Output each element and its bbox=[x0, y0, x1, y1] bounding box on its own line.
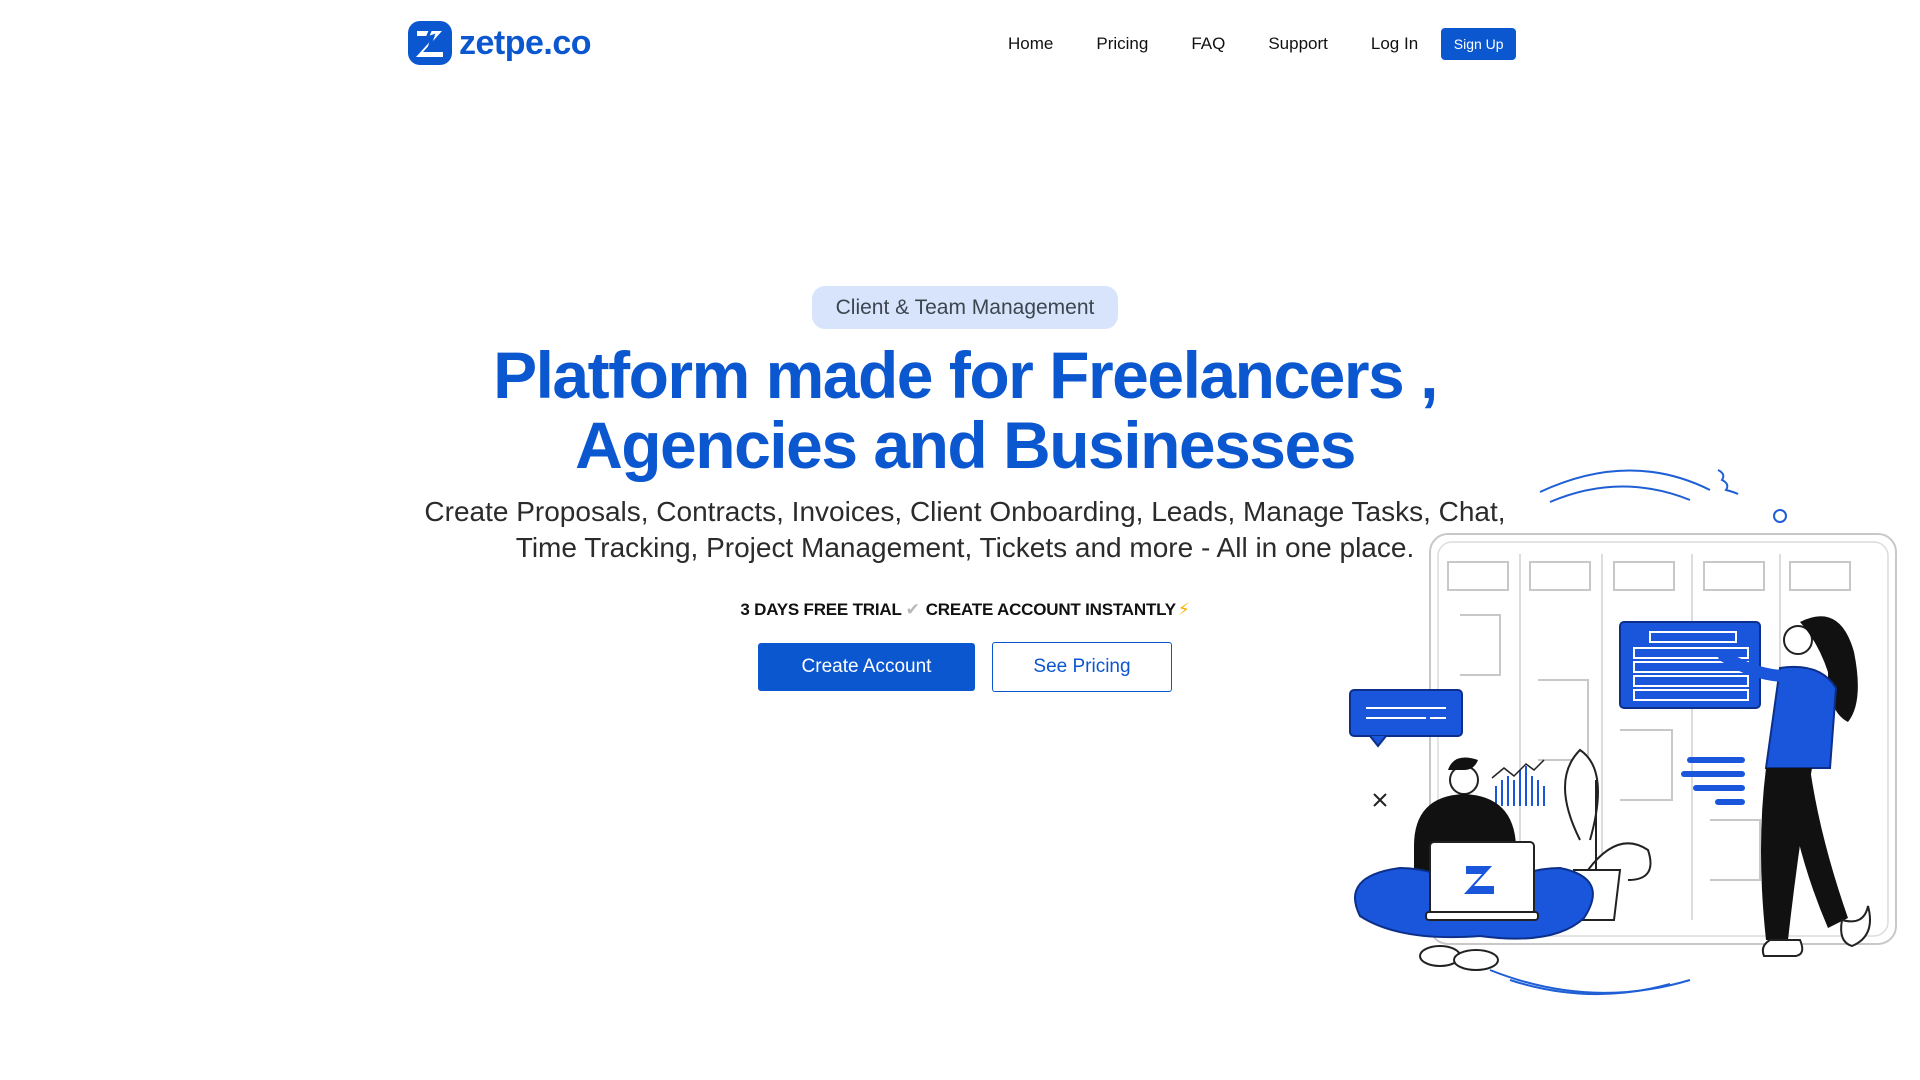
team-kanban-illustration bbox=[1349, 469, 1897, 996]
signup-button[interactable]: Sign Up bbox=[1441, 27, 1517, 60]
main-nav: Home Pricing FAQ Support Log In Sign Up bbox=[1008, 27, 1517, 60]
create-account-button[interactable]: Create Account bbox=[758, 643, 975, 691]
trial-banner: 3 DAYS FREE TRIAL ✔ CREATE ACCOUNT INSTANT… bbox=[600, 600, 1330, 620]
nav-support[interactable]: Support bbox=[1268, 34, 1328, 54]
lightning-icon: ⚡ bbox=[1177, 600, 1190, 619]
hero-subtitle-line-2: Time Tracking, Project Management, Ticke… bbox=[515, 532, 1415, 563]
brand-name: zetpe.co bbox=[459, 23, 592, 62]
instant-text: CREATE ACCOUNT INSTANTLY bbox=[925, 600, 1176, 619]
hero-title-line-1: Platform made for Freelancers , bbox=[493, 338, 1438, 412]
nav-pricing[interactable]: Pricing bbox=[1096, 34, 1148, 54]
site-header: zetpe.co Home Pricing FAQ Support Log In… bbox=[0, 0, 1920, 86]
nav-login[interactable]: Log In bbox=[1371, 34, 1418, 54]
z-bolt-logo-icon bbox=[408, 21, 452, 65]
landing-page: zetpe.co Home Pricing FAQ Support Log In… bbox=[0, 0, 1920, 1080]
nav-home[interactable]: Home bbox=[1008, 34, 1053, 54]
nav-faq[interactable]: FAQ bbox=[1191, 34, 1225, 54]
category-tag: Client & Team Management bbox=[812, 286, 1118, 329]
brand-logo[interactable]: zetpe.co bbox=[407, 20, 592, 66]
see-pricing-button[interactable]: See Pricing bbox=[992, 642, 1172, 692]
hero-title-line-2: Agencies and Businesses bbox=[575, 408, 1356, 482]
trial-text: 3 DAYS FREE TRIAL bbox=[740, 600, 902, 619]
check-mark-icon: ✔ bbox=[905, 600, 920, 619]
